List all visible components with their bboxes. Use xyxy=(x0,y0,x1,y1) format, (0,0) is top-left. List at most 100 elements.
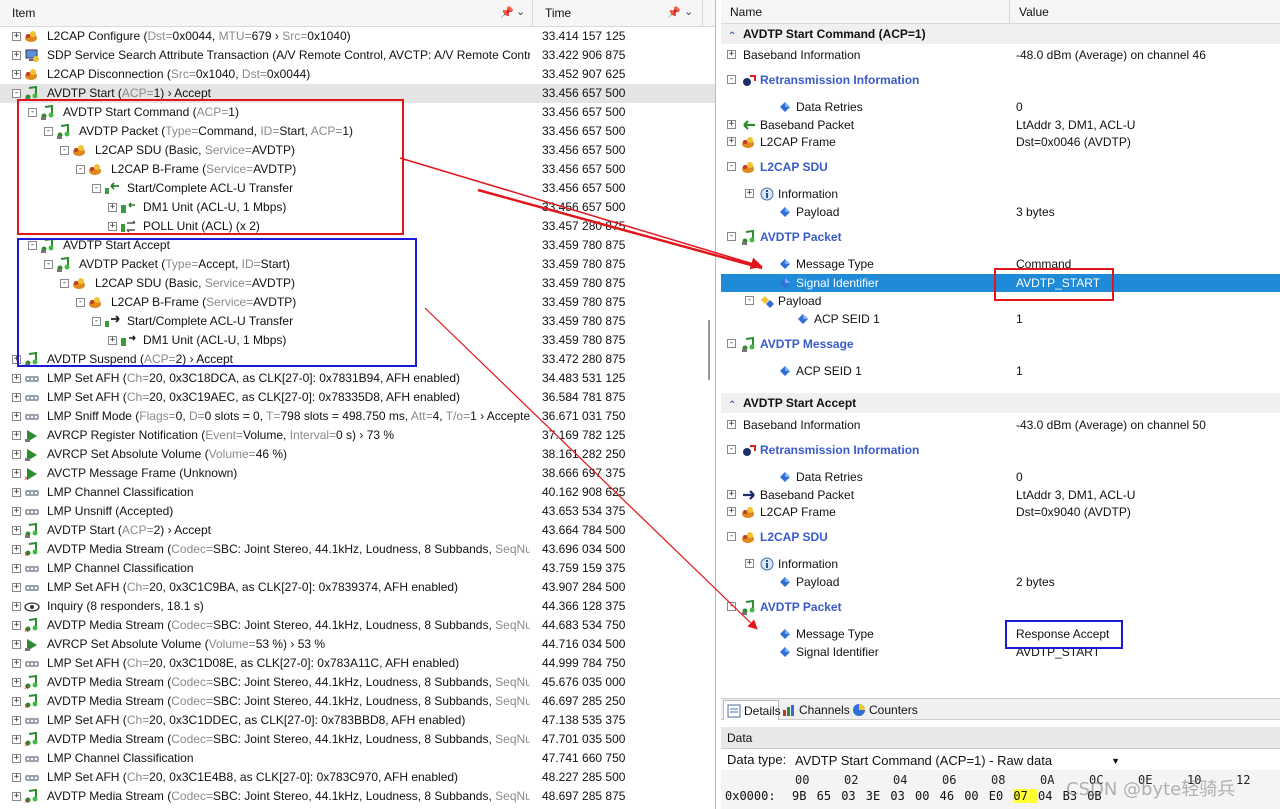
details-row[interactable]: + Baseband Information -48.0 dBm (Average)… xyxy=(721,46,1280,64)
chevron-down-icon[interactable]: ⌄ xyxy=(516,5,525,18)
data-type-select[interactable]: AVDTP Start Command (ACP=1) - Raw data ▼ xyxy=(789,750,1125,770)
frame-row[interactable]: + LMP Channel Classification 40.162 908 62… xyxy=(0,483,715,502)
details-row[interactable]: ACP SEID 1 1 xyxy=(721,362,1280,380)
details-row[interactable]: Message Type Response Accept xyxy=(721,625,1280,643)
expand-icon[interactable]: + xyxy=(108,336,117,345)
frame-row[interactable]: + DM1 Unit (ACL-U, 1 Mbps) 33.459 780 875 xyxy=(0,331,715,350)
collapse-icon[interactable]: - xyxy=(727,339,736,348)
frame-row[interactable]: - Start/Complete ACL-U Transfer 33.456 657… xyxy=(0,179,715,198)
frame-row[interactable]: + POLL Unit (ACL) (x 2) 33.457 280 875 xyxy=(0,217,715,236)
hex-byte[interactable]: 3E xyxy=(866,789,890,803)
expand-icon[interactable]: + xyxy=(12,393,21,402)
details-row[interactable]: Signal Identifier AVDTP_START xyxy=(721,643,1280,661)
details-row[interactable]: + L2CAP Frame Dst=0x0046 (AVDTP) xyxy=(721,133,1280,151)
expand-icon[interactable]: + xyxy=(12,754,21,763)
details-row[interactable]: - Retransmission Information xyxy=(721,71,1280,89)
collapse-icon[interactable]: - xyxy=(745,296,754,305)
frame-row[interactable]: + × AVDTP Media Stream (Codec=SBC: Joint S… xyxy=(0,673,715,692)
expand-icon[interactable]: + xyxy=(727,507,736,516)
hex-byte[interactable]: 03 xyxy=(841,789,865,803)
details-row[interactable]: Data Retries 0 xyxy=(721,98,1280,116)
details-section-header[interactable]: ⌃ AVDTP Start Command (ACP=1) xyxy=(721,24,1280,44)
tab-channels[interactable]: Channels xyxy=(779,700,850,720)
frame-row[interactable]: + Inquiry (8 responders, 18.1 s) 44.366 12… xyxy=(0,597,715,616)
expand-icon[interactable]: + xyxy=(108,222,117,231)
details-row[interactable]: - Payload xyxy=(721,292,1280,310)
frame-row[interactable]: + LMP Unsniff (Accepted) 43.653 534 375 xyxy=(0,502,715,521)
frame-row[interactable]: + LMP Set AFH (Ch=20, 0x3C1D08E, as CLK[2… xyxy=(0,654,715,673)
details-row[interactable]: + Baseband Packet LtAddr 3, DM1, ACL-U xyxy=(721,116,1280,134)
hex-byte[interactable]: 00 xyxy=(915,789,939,803)
frame-row[interactable]: - L2CAP SDU (Basic, Service=AVDTP) 33.459 … xyxy=(0,274,715,293)
collapse-icon[interactable]: - xyxy=(727,602,736,611)
collapse-icon[interactable]: - xyxy=(727,232,736,241)
hex-byte[interactable]: E0 xyxy=(989,789,1013,803)
collapse-icon[interactable]: - xyxy=(60,146,69,155)
frame-row[interactable]: + L2CAP Disconnection (Src=0x1040, Dst=0x… xyxy=(0,65,715,84)
details-row[interactable]: - L2CAP SDU xyxy=(721,158,1280,176)
frame-row[interactable]: + LMP Set AFH (Ch=20, 0x3C19AEC, as CLK[2… xyxy=(0,388,715,407)
frame-row[interactable]: + AVDTP Start (ACP=2) › Accept 43.664 784 … xyxy=(0,521,715,540)
frame-row[interactable]: + LMP Channel Classification 47.741 660 75… xyxy=(0,749,715,768)
frame-row[interactable]: + AVRCP Register Notification (Event=Volu… xyxy=(0,426,715,445)
details-row[interactable]: + Information xyxy=(721,185,1280,203)
hex-byte[interactable]: 9B xyxy=(792,789,816,803)
frame-row[interactable]: + DM1 Unit (ACL-U, 1 Mbps) 33.456 657 500 xyxy=(0,198,715,217)
hex-byte[interactable]: 03 xyxy=(890,789,914,803)
frame-row[interactable]: - L2CAP B-Frame (Service=AVDTP) 33.459 780… xyxy=(0,293,715,312)
frame-row[interactable]: - AVDTP Start Command (ACP=1) 33.456 657 5… xyxy=(0,103,715,122)
expand-icon[interactable]: + xyxy=(12,355,21,364)
collapse-icon[interactable]: - xyxy=(727,532,736,541)
frame-row[interactable]: - AVDTP Packet (Type=Command, ID=Start, A… xyxy=(0,122,715,141)
frame-row[interactable]: - AVDTP Start Accept 33.459 780 875 xyxy=(0,236,715,255)
expand-icon[interactable]: + xyxy=(12,412,21,421)
details-row[interactable]: - AVDTP Packet xyxy=(721,228,1280,246)
expand-icon[interactable]: + xyxy=(12,716,21,725)
details-row[interactable]: + Information xyxy=(721,555,1280,573)
tab-counters[interactable]: Counters xyxy=(849,700,923,720)
chevron-down-icon[interactable]: ⌄ xyxy=(684,5,693,18)
hex-byte[interactable]: 46 xyxy=(940,789,964,803)
expand-icon[interactable]: + xyxy=(12,621,21,630)
collapse-icon[interactable]: - xyxy=(60,279,69,288)
details-row[interactable]: - L2CAP SDU xyxy=(721,528,1280,546)
collapse-icon[interactable]: - xyxy=(92,317,101,326)
collapse-icon[interactable]: - xyxy=(76,165,85,174)
hex-byte[interactable]: 04 xyxy=(1038,789,1062,803)
hex-byte[interactable]: 00 xyxy=(964,789,988,803)
frame-row[interactable]: + × AVDTP Media Stream (Codec=SBC: Joint S… xyxy=(0,730,715,749)
expand-icon[interactable]: + xyxy=(12,792,21,801)
frame-row[interactable]: + SDP Service Search Attribute Transactio… xyxy=(0,46,715,65)
collapse-icon[interactable]: - xyxy=(44,127,53,136)
details-row[interactable]: - Retransmission Information xyxy=(721,441,1280,459)
expand-icon[interactable]: + xyxy=(12,70,21,79)
expand-icon[interactable]: + xyxy=(12,678,21,687)
column-header-item[interactable]: Item xyxy=(0,0,533,27)
details-row[interactable]: - AVDTP Message xyxy=(721,335,1280,353)
expand-icon[interactable]: + xyxy=(12,659,21,668)
frame-row[interactable]: + × AVDTP Media Stream (Codec=SBC: Joint S… xyxy=(0,692,715,711)
expand-icon[interactable]: + xyxy=(12,735,21,744)
details-row[interactable]: + L2CAP Frame Dst=0x9040 (AVDTP) xyxy=(721,503,1280,521)
expand-icon[interactable]: + xyxy=(745,189,754,198)
details-row[interactable]: Message Type Command xyxy=(721,255,1280,273)
frame-row[interactable]: + × AVDTP Media Stream (Codec=SBC: Joint S… xyxy=(0,616,715,635)
expand-icon[interactable]: + xyxy=(12,431,21,440)
frame-row[interactable]: + LMP Sniff Mode (Flags=0, D=0 slots = 0,… xyxy=(0,407,715,426)
frame-row[interactable]: - AVDTP Packet (Type=Accept, ID=Start) 33.… xyxy=(0,255,715,274)
details-row[interactable]: + Baseband Information -43.0 dBm (Average)… xyxy=(721,416,1280,434)
dropdown-arrow-icon[interactable]: ▼ xyxy=(1111,751,1120,771)
details-section-header[interactable]: ⌃ AVDTP Start Accept xyxy=(721,393,1280,413)
collapse-icon[interactable]: - xyxy=(727,162,736,171)
expand-icon[interactable]: + xyxy=(12,488,21,497)
frame-row[interactable]: + LMP Channel Classification 43.759 159 37… xyxy=(0,559,715,578)
frame-row[interactable]: + LMP Set AFH (Ch=20, 0x3C1C9BA, as CLK[2… xyxy=(0,578,715,597)
frame-row[interactable]: + AVDTP Suspend (ACP=2) › Accept 33.472 28… xyxy=(0,350,715,369)
frame-row[interactable]: - L2CAP B-Frame (Service=AVDTP) 33.456 657… xyxy=(0,160,715,179)
expand-icon[interactable]: + xyxy=(12,32,21,41)
collapse-icon[interactable]: - xyxy=(727,75,736,84)
hex-byte[interactable]: 07 xyxy=(1013,789,1038,803)
details-row[interactable]: Signal Identifier AVDTP_START xyxy=(721,274,1280,292)
frame-row[interactable]: + LMP Set AFH (Ch=20, 0x3C1DDEC, as CLK[2… xyxy=(0,711,715,730)
expand-icon[interactable]: + xyxy=(12,564,21,573)
